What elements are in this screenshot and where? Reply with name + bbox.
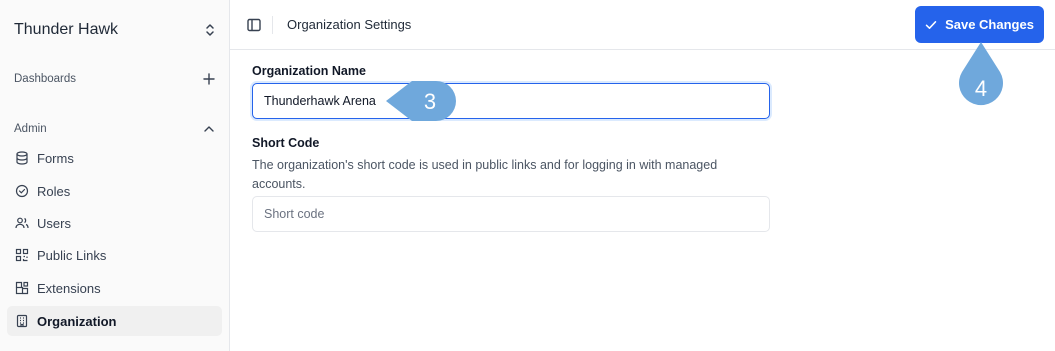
header-divider xyxy=(272,16,273,34)
qr-code-icon xyxy=(15,248,29,262)
short-code-input[interactable] xyxy=(252,196,770,232)
users-icon xyxy=(15,217,29,229)
admin-section[interactable]: Admin xyxy=(14,122,216,136)
check-circle-icon xyxy=(15,184,29,198)
sidebar-item-public-links[interactable]: Public Links xyxy=(7,240,222,270)
top-header: Organization Settings Save Changes xyxy=(230,0,1055,50)
blocks-icon xyxy=(15,281,29,295)
page-title: Organization Settings xyxy=(287,17,412,32)
sidebar-toggle-icon[interactable] xyxy=(246,17,262,33)
sidebar: Thunder Hawk Dashboards Admin Forms Role… xyxy=(0,0,230,351)
step-4-marker: 4 xyxy=(959,42,1003,106)
sidebar-item-label: Extensions xyxy=(37,280,101,296)
org-name-label: Organization Name xyxy=(252,64,366,78)
plus-icon[interactable] xyxy=(202,72,216,86)
sidebar-item-extensions[interactable]: Extensions xyxy=(7,273,222,303)
check-icon xyxy=(925,20,937,29)
building-icon xyxy=(16,314,28,328)
sidebar-item-users[interactable]: Users xyxy=(7,208,222,238)
org-name: Thunder Hawk xyxy=(14,21,119,38)
save-button-label: Save Changes xyxy=(945,17,1034,32)
short-code-label: Short Code xyxy=(252,136,320,150)
sidebar-item-forms[interactable]: Forms xyxy=(7,143,222,173)
admin-label: Admin xyxy=(14,123,47,135)
database-icon xyxy=(16,151,28,165)
sidebar-item-organization[interactable]: Organization xyxy=(7,306,222,336)
sidebar-item-label: Organization xyxy=(37,313,117,329)
dashboards-section: Dashboards xyxy=(14,72,216,86)
save-changes-button[interactable]: Save Changes xyxy=(915,6,1044,43)
step-4-number: 4 xyxy=(975,76,987,101)
org-switcher[interactable]: Thunder Hawk xyxy=(14,18,216,42)
chevron-up-icon xyxy=(204,126,214,132)
sidebar-item-label: Users xyxy=(37,215,71,231)
dashboards-label: Dashboards xyxy=(14,73,77,85)
short-code-description: The organization's short code is used in… xyxy=(252,158,718,191)
chevrons-up-down-icon xyxy=(206,24,214,36)
sidebar-item-label: Roles xyxy=(37,183,71,199)
sidebar-item-roles[interactable]: Roles xyxy=(7,176,222,206)
sidebar-item-label: Forms xyxy=(37,150,74,166)
step-3-number: 3 xyxy=(424,89,436,114)
sidebar-item-label: Public Links xyxy=(37,247,107,263)
org-name-input[interactable] xyxy=(252,83,770,119)
step-3-marker: 3 xyxy=(386,81,456,121)
